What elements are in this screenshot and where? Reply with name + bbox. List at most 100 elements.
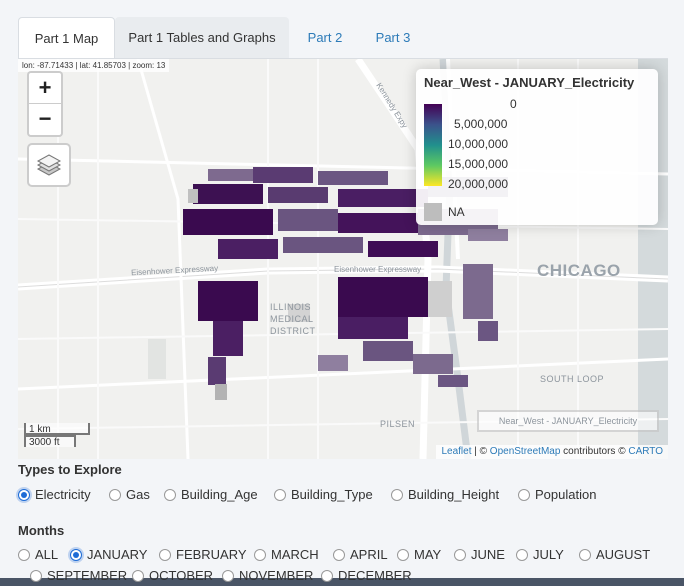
map-title-control: Near_West - JANUARY_Electricity xyxy=(477,410,659,432)
radio-dot[interactable] xyxy=(397,548,409,561)
radio-dot[interactable] xyxy=(222,569,234,582)
scale-bar: 1 km 3000 ft xyxy=(24,423,90,448)
radio-dot[interactable] xyxy=(454,548,466,561)
map-legend: Near_West - JANUARY_Electricity 0 5,000,… xyxy=(416,69,658,225)
radio-label: JULY xyxy=(533,547,564,562)
tab-part1-tables[interactable]: Part 1 Tables and Graphs xyxy=(115,17,289,58)
radio-dot[interactable] xyxy=(164,488,176,501)
radio-dot[interactable] xyxy=(18,548,30,561)
radio-gas[interactable]: Gas xyxy=(109,487,150,505)
legend-label: 15,000,000 xyxy=(448,157,509,171)
radio-label: MAY xyxy=(414,547,442,562)
radio-label: Electricity xyxy=(35,487,91,502)
radio-november[interactable]: NOVEMBER xyxy=(222,568,313,586)
radio-april[interactable]: APRIL xyxy=(333,547,388,565)
leaflet-link[interactable]: Leaflet xyxy=(441,446,471,457)
radio-label: OCTOBER xyxy=(149,568,214,583)
attribution-text: contributors © xyxy=(560,446,629,457)
map-view[interactable]: lon: -87.71433 | lat: 41.85703 | zoom: 1… xyxy=(18,59,668,459)
radio-dot[interactable] xyxy=(109,488,121,501)
radio-dot[interactable] xyxy=(333,548,345,561)
radio-dot[interactable] xyxy=(391,488,403,501)
radio-dot[interactable] xyxy=(321,569,333,582)
legend-color-ramp xyxy=(424,104,442,186)
osm-link[interactable]: OpenStreetMap xyxy=(490,446,561,457)
road xyxy=(136,59,190,459)
radio-dot[interactable] xyxy=(159,548,171,561)
layers-icon xyxy=(36,154,62,176)
attribution-sep: | © xyxy=(471,446,490,457)
radio-dot[interactable] xyxy=(579,548,591,561)
legend-na-swatch xyxy=(424,203,442,221)
radio-label: Building_Type xyxy=(291,487,373,502)
medical-label-line1: ILLINOIS xyxy=(270,302,312,312)
radio-dot[interactable] xyxy=(132,569,144,582)
radio-label: Building_Age xyxy=(181,487,258,502)
radio-label: Building_Height xyxy=(408,487,500,502)
radio-label: Population xyxy=(535,487,597,502)
radio-label: JUNE xyxy=(471,547,505,562)
zoom-in-button[interactable]: + xyxy=(29,73,61,104)
legend-title: Near_West - JANUARY_Electricity xyxy=(424,75,635,90)
radio-building-type[interactable]: Building_Type xyxy=(274,487,373,505)
radio-all[interactable]: ALL xyxy=(18,547,58,565)
radio-september[interactable]: SEPTEMBER xyxy=(30,568,127,586)
legend-na-label: NA xyxy=(448,205,465,219)
radio-december[interactable]: DECEMBER xyxy=(321,568,412,586)
medical-label-line2: MEDICAL xyxy=(270,314,314,324)
radio-building-age[interactable]: Building_Age xyxy=(164,487,258,505)
radio-june[interactable]: JUNE xyxy=(454,547,505,565)
scale-ft: 3000 ft xyxy=(24,435,76,448)
app-panel: Part 1 Map Part 1 Tables and Graphs Part… xyxy=(0,0,684,583)
park xyxy=(148,339,166,379)
radio-population[interactable]: Population xyxy=(518,487,596,505)
radio-dot[interactable] xyxy=(30,569,42,582)
city-label: CHICAGO xyxy=(537,261,621,280)
radio-label: APRIL xyxy=(350,547,388,562)
radio-label: FEBRUARY xyxy=(176,547,247,562)
radio-dot[interactable] xyxy=(254,548,266,561)
radio-label: MARCH xyxy=(271,547,319,562)
radio-dot[interactable] xyxy=(516,548,528,561)
radio-label: JANUARY xyxy=(87,547,148,562)
radio-march[interactable]: MARCH xyxy=(254,547,319,565)
radio-electricity[interactable]: Electricity xyxy=(18,487,91,505)
legend-label: 20,000,000 xyxy=(448,177,509,191)
radio-february[interactable]: FEBRUARY xyxy=(159,547,247,565)
tab-part3[interactable]: Part 3 xyxy=(361,17,425,58)
south-loop-label: SOUTH LOOP xyxy=(540,374,605,384)
radio-label: ALL xyxy=(35,547,59,562)
tab-part1-map[interactable]: Part 1 Map xyxy=(18,17,115,60)
radio-dot[interactable] xyxy=(18,488,30,501)
radio-building-height[interactable]: Building_Height xyxy=(391,487,499,505)
radio-dot[interactable] xyxy=(274,488,286,501)
radio-may[interactable]: MAY xyxy=(397,547,441,565)
legend-label: 0 xyxy=(510,97,517,111)
radio-july[interactable]: JULY xyxy=(516,547,564,565)
radio-dot[interactable] xyxy=(70,548,82,561)
radio-label: Gas xyxy=(126,487,150,502)
map-attribution: Leaflet | © OpenStreetMap contributors ©… xyxy=(436,445,668,459)
radio-january[interactable]: JANUARY xyxy=(70,547,147,565)
layers-button[interactable] xyxy=(27,143,71,187)
radio-label: AUGUST xyxy=(596,547,651,562)
radio-august[interactable]: AUGUST xyxy=(579,547,650,565)
legend-label: 10,000,000 xyxy=(448,137,509,151)
radio-october[interactable]: OCTOBER xyxy=(132,568,213,586)
radio-dot[interactable] xyxy=(518,488,530,501)
carto-link[interactable]: CARTO xyxy=(628,446,663,457)
block xyxy=(424,281,452,317)
eisenhower-east-label: Eisenhower Expressway xyxy=(334,265,422,274)
legend-label: 5,000,000 xyxy=(454,117,508,131)
medical-label-line3: DISTRICT xyxy=(270,326,316,336)
types-label: Types to Explore xyxy=(18,462,122,477)
pilsen-label: PILSEN xyxy=(380,419,416,429)
zoom-out-button[interactable]: − xyxy=(29,104,61,134)
scale-km: 1 km xyxy=(24,423,90,435)
medical-district-label: ILLINOIS MEDICAL DISTRICT xyxy=(270,301,316,337)
radio-label: DECEMBER xyxy=(338,568,412,583)
radio-label: SEPTEMBER xyxy=(47,568,128,583)
months-label: Months xyxy=(18,523,65,538)
radio-label: NOVEMBER xyxy=(239,568,314,583)
tab-part2[interactable]: Part 2 xyxy=(293,17,357,58)
